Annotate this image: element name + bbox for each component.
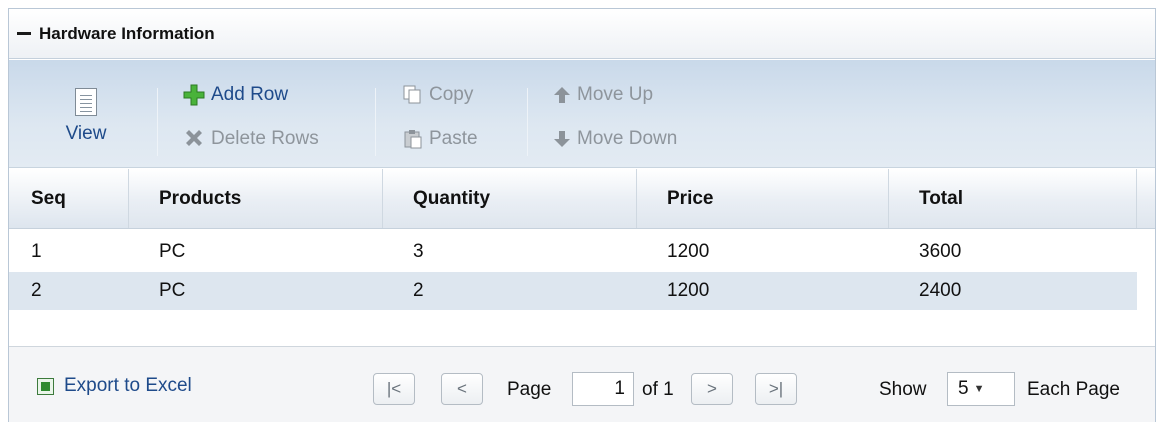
cell-price: 1200 — [667, 241, 710, 262]
collapse-icon[interactable] — [17, 32, 31, 35]
cell-total: 3600 — [919, 241, 962, 262]
column-header-total[interactable]: Total — [889, 169, 1137, 228]
toolbar-divider — [375, 88, 376, 156]
export-label: Export to Excel — [64, 375, 192, 396]
plus-icon — [183, 84, 205, 106]
cell-product: PC — [159, 280, 186, 301]
each-page-label: Each Page — [1027, 379, 1120, 400]
column-header-price[interactable]: Price — [637, 169, 889, 228]
add-row-button[interactable]: Add Row — [183, 84, 288, 106]
grid-footer: Export to Excel |< < Page of 1 > >| Show… — [9, 346, 1155, 422]
previous-page-button[interactable]: < — [441, 373, 483, 405]
export-to-excel-link[interactable]: Export to Excel — [37, 375, 192, 397]
view-button[interactable]: View — [59, 88, 113, 145]
arrow-up-icon — [554, 87, 570, 103]
table-row[interactable]: 2 PC 2 1200 2400 — [9, 272, 1137, 310]
toolbar: View Add Row Delete Rows Copy Paste Move… — [9, 60, 1155, 168]
dropdown-arrow-icon: ▼ — [973, 383, 985, 395]
column-header-seq[interactable]: Seq — [9, 169, 129, 228]
paste-button[interactable]: Paste — [403, 128, 478, 150]
column-header-products[interactable]: Products — [129, 169, 383, 228]
cell-quantity: 3 — [413, 241, 424, 262]
panel-title: Hardware Information — [39, 23, 215, 43]
delete-rows-button[interactable]: Delete Rows — [183, 128, 319, 150]
move-up-button[interactable]: Move Up — [553, 84, 653, 106]
cell-seq: 2 — [31, 280, 42, 301]
page-count-label: of 1 — [642, 379, 674, 400]
show-label: Show — [879, 379, 927, 400]
page-size-value: 5 — [958, 378, 969, 399]
first-page-button[interactable]: |< — [373, 373, 415, 405]
toolbar-divider — [527, 88, 528, 156]
delete-rows-label: Delete Rows — [211, 128, 319, 149]
arrow-down-icon — [554, 131, 570, 147]
page-size-select[interactable]: 5 ▼ — [947, 372, 1015, 406]
grid-header: Seq Products Quantity Price Total — [9, 169, 1155, 229]
view-label: View — [65, 123, 107, 144]
add-row-label: Add Row — [211, 84, 289, 105]
copy-icon — [403, 85, 421, 104]
toolbar-divider — [157, 88, 158, 156]
delete-x-icon — [186, 130, 202, 146]
copy-button[interactable]: Copy — [403, 84, 473, 106]
page-label: Page — [507, 379, 552, 400]
excel-icon — [37, 377, 54, 395]
cell-price: 1200 — [667, 280, 710, 301]
move-down-label: Move Down — [577, 128, 678, 149]
last-page-button[interactable]: >| — [755, 373, 797, 405]
next-page-button[interactable]: > — [691, 373, 733, 405]
cell-total: 2400 — [919, 280, 962, 301]
cell-product: PC — [159, 241, 186, 262]
page-number-input[interactable] — [572, 372, 634, 406]
document-icon — [75, 88, 97, 116]
paste-label: Paste — [429, 128, 478, 149]
cell-quantity: 2 — [413, 280, 424, 301]
copy-label: Copy — [429, 84, 474, 105]
move-up-label: Move Up — [577, 84, 654, 105]
move-down-button[interactable]: Move Down — [553, 128, 677, 150]
hardware-panel: Hardware Information View Add Row Delete… — [8, 8, 1156, 422]
paste-icon — [404, 130, 422, 149]
panel-header[interactable]: Hardware Information — [9, 9, 1155, 59]
cell-seq: 1 — [31, 241, 42, 262]
table-row[interactable]: 1 PC 3 1200 3600 — [9, 233, 1137, 271]
column-header-quantity[interactable]: Quantity — [383, 169, 637, 228]
